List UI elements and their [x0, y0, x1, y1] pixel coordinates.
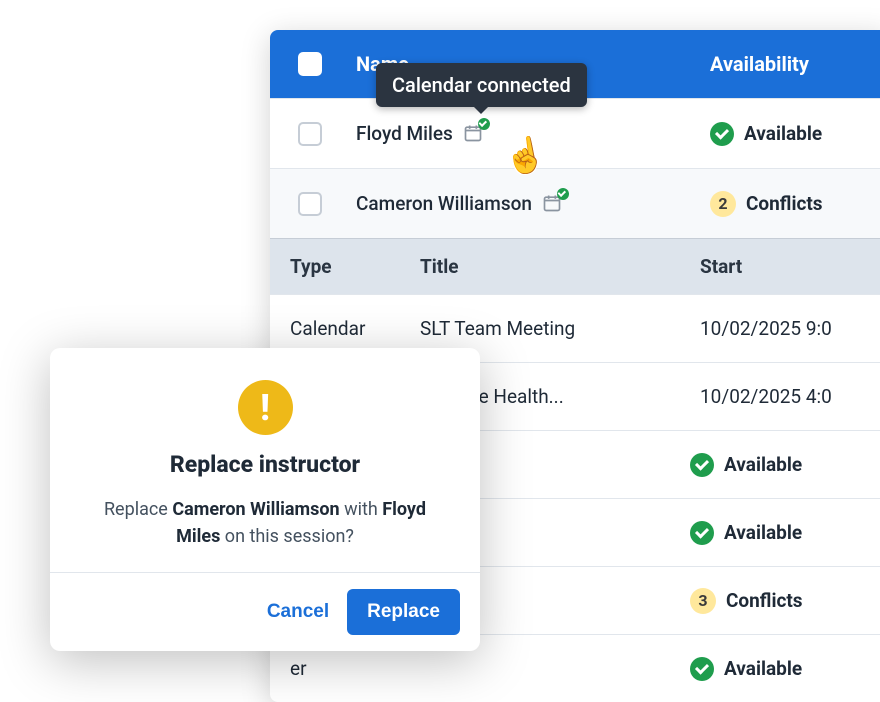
available-icon — [690, 521, 714, 545]
available-icon — [690, 657, 714, 681]
modal-name-from: Cameron Williamson — [172, 499, 339, 520]
detail-title: SLT Team Meeting — [420, 317, 700, 340]
instructor-name-suffix: er — [290, 657, 307, 680]
availability-label: Available — [724, 657, 802, 680]
detail-start: 10/02/2025 9:0 — [700, 317, 880, 340]
select-all-checkbox[interactable] — [298, 52, 322, 76]
tooltip-calendar-connected: Calendar connected — [376, 63, 587, 107]
header-checkbox-cell — [270, 52, 350, 76]
table-row[interactable]: Floyd Miles Available — [270, 98, 880, 168]
col-type: Type — [270, 255, 420, 278]
availability-label: Conflicts — [746, 192, 823, 215]
sub-header: Type Title Start — [270, 238, 880, 294]
header-availability: Availability — [710, 52, 880, 76]
detail-type: Calendar — [270, 317, 420, 340]
modal-text: Replace Cameron Williamson with Floyd Mi… — [82, 496, 448, 550]
instructor-name: Cameron Williamson — [356, 192, 532, 215]
detail-start: 10/02/2025 4:0 — [700, 385, 880, 408]
conflict-count-badge: 2 — [710, 191, 736, 217]
calendar-connected-icon — [463, 123, 485, 145]
col-title: Title — [420, 255, 700, 278]
calendar-connected-icon — [542, 193, 564, 215]
col-start: Start — [700, 255, 880, 278]
available-icon — [710, 122, 734, 146]
available-icon — [690, 453, 714, 477]
replace-button[interactable]: Replace — [347, 589, 460, 635]
table-row[interactable]: Cameron Williamson 2 Conflicts — [270, 168, 880, 238]
row-checkbox[interactable] — [298, 122, 322, 146]
replace-instructor-modal: ! Replace instructor Replace Cameron Wil… — [50, 348, 480, 651]
availability-label: Available — [724, 453, 802, 476]
availability-label: Conflicts — [726, 589, 803, 612]
row-checkbox[interactable] — [298, 192, 322, 216]
modal-heading: Replace instructor — [82, 451, 448, 478]
availability-label: Available — [744, 122, 822, 145]
availability-label: Available — [724, 521, 802, 544]
instructor-name: Floyd Miles — [356, 122, 453, 145]
warning-icon: ! — [238, 380, 293, 435]
cancel-button[interactable]: Cancel — [267, 601, 329, 623]
conflict-count-badge: 3 — [690, 588, 716, 614]
